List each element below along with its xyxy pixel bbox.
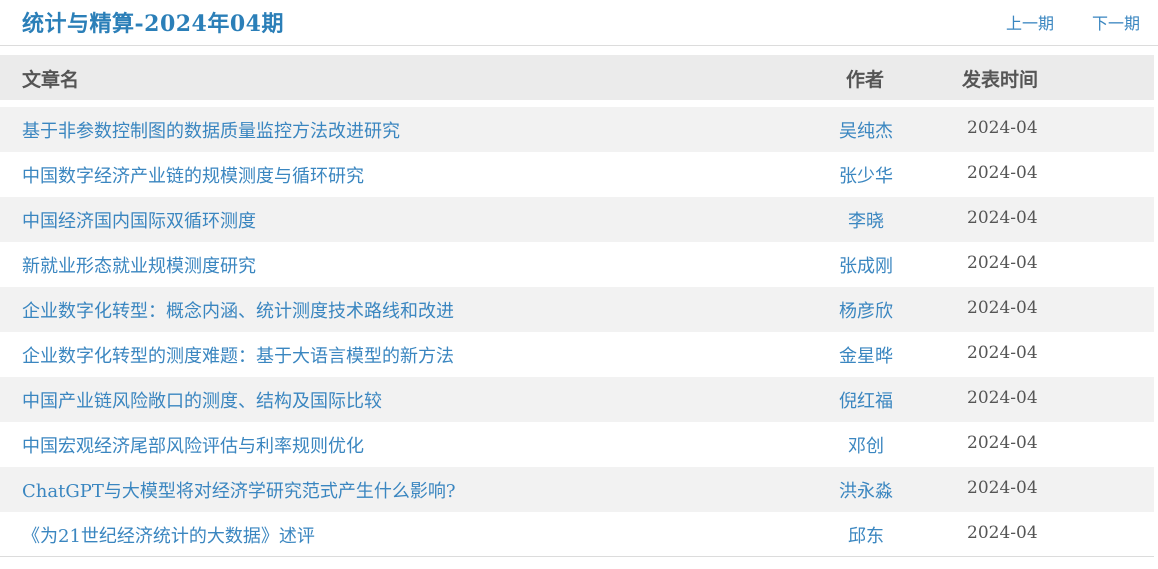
table-row: 中国数字经济产业链的规模测度与循环研究 张少华 2024-04: [0, 152, 1154, 197]
next-issue-link[interactable]: 下一期: [1092, 10, 1140, 34]
article-title-link[interactable]: 《为21世纪经济统计的大数据》述评: [22, 522, 315, 548]
author-link[interactable]: 邱东: [848, 522, 884, 548]
column-header-title: 文章名: [22, 69, 80, 91]
article-title-link[interactable]: 中国数字经济产业链的规模测度与循环研究: [22, 162, 364, 188]
author-link[interactable]: 金星晔: [839, 342, 893, 368]
article-title-link[interactable]: 中国宏观经济尾部风险评估与利率规则优化: [22, 432, 364, 458]
author-link[interactable]: 邓创: [848, 432, 884, 458]
publish-date: 2024-04: [967, 253, 1038, 273]
table-row: 中国产业链风险敞口的测度、结构及国际比较 倪红福 2024-04: [0, 377, 1154, 422]
article-title-link[interactable]: 基于非参数控制图的数据质量监控方法改进研究: [22, 117, 400, 143]
issue-header: 统计与精算-2024年04期 上一期 下一期: [0, 0, 1158, 46]
publish-date: 2024-04: [967, 163, 1038, 183]
column-header-date: 发表时间: [962, 69, 1039, 91]
author-link[interactable]: 张少华: [839, 162, 893, 188]
publish-date: 2024-04: [967, 343, 1038, 363]
article-title-link[interactable]: 中国经济国内国际双循环测度: [22, 207, 256, 233]
table-row: 新就业形态就业规模测度研究 张成刚 2024-04: [0, 242, 1154, 287]
table-bottom-divider: [0, 556, 1154, 557]
table-row: ChatGPT与大模型将对经济学研究范式产生什么影响? 洪永淼 2024-04: [0, 467, 1154, 512]
author-link[interactable]: 倪红福: [839, 387, 893, 413]
publish-date: 2024-04: [967, 208, 1038, 228]
table-row: 《为21世纪经济统计的大数据》述评 邱东 2024-04: [0, 512, 1154, 557]
table-header: 文章名 作者 发表时间: [0, 55, 1154, 100]
publish-date: 2024-04: [967, 523, 1038, 543]
previous-issue-link[interactable]: 上一期: [1006, 10, 1054, 34]
table-body: 基于非参数控制图的数据质量监控方法改进研究 吴纯杰 2024-04 中国数字经济…: [0, 107, 1154, 557]
publish-date: 2024-04: [967, 118, 1038, 138]
column-header-author: 作者: [846, 69, 885, 91]
author-link[interactable]: 李晓: [848, 207, 884, 233]
article-title-link[interactable]: 企业数字化转型：概念内涵、统计测度技术路线和改进: [22, 297, 454, 323]
publish-date: 2024-04: [967, 388, 1038, 408]
publish-date: 2024-04: [967, 478, 1038, 498]
table-row: 基于非参数控制图的数据质量监控方法改进研究 吴纯杰 2024-04: [0, 107, 1154, 152]
author-link[interactable]: 杨彦欣: [839, 297, 893, 323]
article-title-link[interactable]: 中国产业链风险敞口的测度、结构及国际比较: [22, 387, 382, 413]
author-link[interactable]: 洪永淼: [839, 477, 893, 503]
table-row: 企业数字化转型的测度难题：基于大语言模型的新方法 金星晔 2024-04: [0, 332, 1154, 377]
author-link[interactable]: 张成刚: [839, 252, 893, 278]
article-title-link[interactable]: 企业数字化转型的测度难题：基于大语言模型的新方法: [22, 342, 454, 368]
article-title-link[interactable]: ChatGPT与大模型将对经济学研究范式产生什么影响?: [22, 477, 455, 503]
issue-title: 统计与精算-2024年04期: [22, 11, 284, 37]
publish-date: 2024-04: [967, 298, 1038, 318]
issue-nav: 上一期 下一期: [1006, 10, 1140, 34]
table-row: 企业数字化转型：概念内涵、统计测度技术路线和改进 杨彦欣 2024-04: [0, 287, 1154, 332]
table-row: 中国宏观经济尾部风险评估与利率规则优化 邓创 2024-04: [0, 422, 1154, 467]
article-table: 文章名 作者 发表时间 基于非参数控制图的数据质量监控方法改进研究 吴纯杰 20…: [0, 55, 1154, 557]
article-title-link[interactable]: 新就业形态就业规模测度研究: [22, 252, 256, 278]
author-link[interactable]: 吴纯杰: [839, 117, 893, 143]
publish-date: 2024-04: [967, 433, 1038, 453]
table-row: 中国经济国内国际双循环测度 李晓 2024-04: [0, 197, 1154, 242]
